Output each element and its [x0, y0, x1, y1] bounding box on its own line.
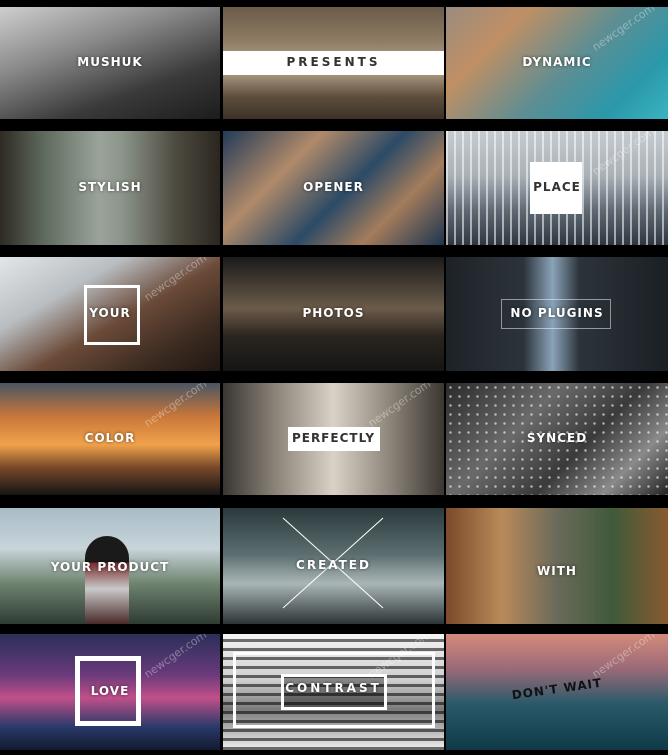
tile-caption: MUSHUK [77, 55, 143, 69]
tile-caption: PRESENTS [286, 55, 381, 69]
tile-caption: YOUR PRODUCT [50, 560, 170, 574]
tile-caption: SYNCED [526, 431, 588, 445]
tile-caption: DYNAMIC [522, 55, 592, 69]
image-tile: STYLISH [0, 131, 220, 245]
image-tile: OPENER [223, 131, 444, 245]
image-tile: SYNCED [446, 383, 668, 495]
tile-caption: PERFECTLY [291, 431, 376, 445]
tile-caption: LOVE [90, 684, 130, 698]
image-tile: COLOR newcger.com [0, 383, 220, 495]
image-tile: YOUR newcger.com [0, 257, 220, 371]
image-tile: MUSHUK [0, 7, 220, 119]
tile-caption: PLACE [533, 180, 581, 194]
image-tile: YOUR PRODUCT [0, 508, 220, 624]
image-tile: WITH [446, 508, 668, 624]
tile-caption: CONTRAST [285, 681, 382, 695]
tile-caption: STYLISH [78, 180, 142, 194]
image-tile: CREATED [223, 508, 444, 624]
image-tile: DON'T WAIT newcger.com [446, 634, 668, 750]
tile-caption: CREATED [296, 558, 371, 572]
image-tile: NO PLUGINS [446, 257, 668, 371]
image-tile: PRESENTS [223, 7, 444, 119]
person-figure [85, 536, 129, 624]
image-tile: DYNAMIC newcger.com [446, 7, 668, 119]
image-tile: LOVE newcger.com [0, 634, 220, 750]
image-tile: CONTRAST newcger.com [223, 634, 444, 750]
image-tile: PLACE newcger.com [446, 131, 668, 245]
image-tile: PERFECTLY newcger.com [223, 383, 444, 495]
tile-caption: NO PLUGINS [510, 306, 604, 320]
tile-caption: YOUR [89, 306, 131, 320]
tile-caption: WITH [537, 564, 577, 578]
tile-caption: COLOR [84, 431, 136, 445]
image-grid: MUSHUK PRESENTS DYNAMIC newcger.com STYLISH O… [0, 0, 668, 755]
tile-caption: OPENER [303, 180, 364, 194]
tile-caption: PHOTOS [302, 306, 365, 320]
image-tile: PHOTOS [223, 257, 444, 371]
